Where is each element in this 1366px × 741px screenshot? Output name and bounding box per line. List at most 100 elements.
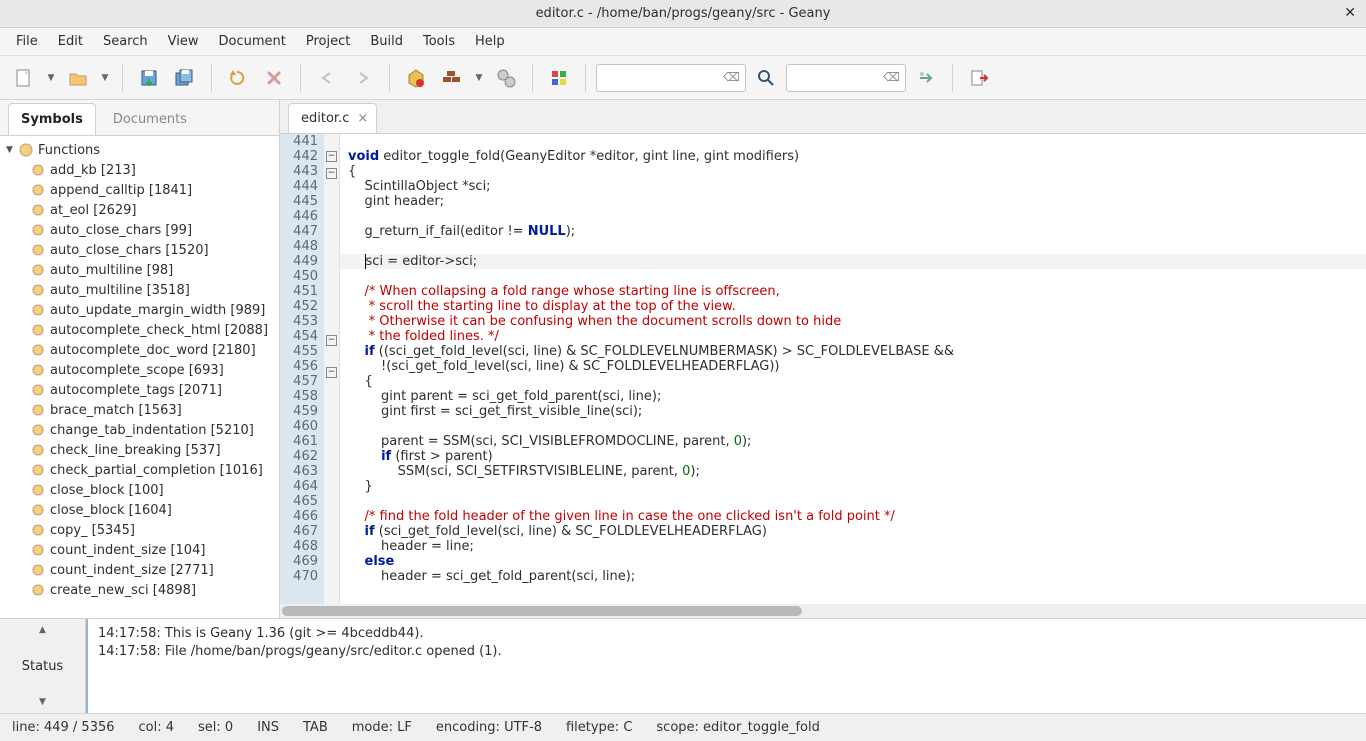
symbol-label: autocomplete_check_html [2088] [50, 323, 268, 338]
symbol-label: check_partial_completion [1016] [50, 463, 263, 478]
window-close-button[interactable]: ✕ [1344, 5, 1356, 21]
code-body[interactable]: void editor_toggle_fold(GeanyEditor *edi… [340, 134, 1366, 604]
symbol-item[interactable]: auto_update_margin_width [989] [0, 300, 279, 320]
color-picker-button[interactable] [543, 62, 575, 94]
symbol-label: create_new_sci [4898] [50, 583, 196, 598]
nav-back-button[interactable] [311, 62, 343, 94]
close-file-button[interactable] [258, 62, 290, 94]
save-button[interactable] [133, 62, 165, 94]
symbol-item[interactable]: close_block [1604] [0, 500, 279, 520]
symbol-item[interactable]: count_indent_size [104] [0, 540, 279, 560]
function-icon [30, 542, 46, 558]
new-file-dropdown[interactable]: ▼ [44, 62, 58, 94]
symbol-label: autocomplete_tags [2071] [50, 383, 222, 398]
symbol-item[interactable]: check_line_breaking [537] [0, 440, 279, 460]
menu-help[interactable]: Help [465, 30, 515, 53]
symbol-item[interactable]: auto_multiline [3518] [0, 280, 279, 300]
function-icon [30, 402, 46, 418]
symbol-item[interactable]: autocomplete_scope [693] [0, 360, 279, 380]
sidebar-tab-symbols[interactable]: Symbols [8, 103, 96, 135]
search-field-wrap: ⌫ [596, 64, 746, 92]
goto-clear-icon[interactable]: ⌫ [883, 70, 900, 84]
code-editor[interactable]: 4414424434444454464474484494504514524534… [280, 134, 1366, 604]
menu-document[interactable]: Document [208, 30, 295, 53]
menu-build[interactable]: Build [360, 30, 413, 53]
fold-toggle[interactable]: − [326, 367, 337, 378]
find-button[interactable] [750, 62, 782, 94]
symbol-item[interactable]: append_calltip [1841] [0, 180, 279, 200]
msg-down-arrow-icon[interactable]: ▼ [39, 697, 46, 707]
goto-field-wrap: ⌫ [786, 64, 906, 92]
symbol-item[interactable]: add_kb [213] [0, 160, 279, 180]
save-all-button[interactable] [169, 62, 201, 94]
symbol-label: count_indent_size [2771] [50, 563, 214, 578]
symbol-label: close_block [100] [50, 483, 164, 498]
message-side-label: Status [22, 659, 63, 674]
search-clear-icon[interactable]: ⌫ [723, 70, 740, 84]
quit-button[interactable] [963, 62, 995, 94]
tree-root-functions[interactable]: ▼ Functions [0, 140, 279, 160]
msg-up-arrow-icon[interactable]: ▲ [39, 625, 46, 635]
statusbar: line: 449 / 5356 col: 4 sel: 0 INS TAB m… [0, 713, 1366, 741]
menu-edit[interactable]: Edit [48, 30, 93, 53]
function-icon [30, 482, 46, 498]
symbol-item[interactable]: autocomplete_tags [2071] [0, 380, 279, 400]
window-titlebar: editor.c - /home/ban/progs/geany/src - G… [0, 0, 1366, 28]
symbol-label: count_indent_size [104] [50, 543, 205, 558]
nav-forward-button[interactable] [347, 62, 379, 94]
symbol-item[interactable]: auto_close_chars [99] [0, 220, 279, 240]
open-file-button[interactable] [62, 62, 94, 94]
symbol-item[interactable]: check_partial_completion [1016] [0, 460, 279, 480]
compile-button[interactable] [400, 62, 432, 94]
menu-tools[interactable]: Tools [413, 30, 465, 53]
symbol-item[interactable]: change_tab_indentation [5210] [0, 420, 279, 440]
symbol-label: change_tab_indentation [5210] [50, 423, 254, 438]
symbol-item[interactable]: auto_close_chars [1520] [0, 240, 279, 260]
symbol-item[interactable]: autocomplete_check_html [2088] [0, 320, 279, 340]
tab-close-icon[interactable]: × [357, 111, 368, 126]
symbol-tree[interactable]: ▼ Functions add_kb [213] append_calltip [… [0, 136, 279, 618]
horizontal-scrollbar[interactable] [280, 604, 1366, 618]
menu-search[interactable]: Search [93, 30, 158, 53]
revert-button[interactable] [222, 62, 254, 94]
goto-button[interactable] [910, 62, 942, 94]
fold-toggle[interactable]: − [326, 151, 337, 162]
message-panel: ▲ Status ▼ 14:17:58: This is Geany 1.36 … [0, 618, 1366, 713]
menu-project[interactable]: Project [296, 30, 360, 53]
symbol-label: add_kb [213] [50, 163, 136, 178]
symbol-item[interactable]: close_block [100] [0, 480, 279, 500]
symbol-item[interactable]: create_new_sci [4898] [0, 580, 279, 600]
status-line: line: 449 / 5356 [12, 720, 115, 735]
symbol-item[interactable]: at_eol [2629] [0, 200, 279, 220]
open-file-dropdown[interactable]: ▼ [98, 62, 112, 94]
toolbar: ▼ ▼ ▼ ⌫ ⌫ [0, 56, 1366, 100]
function-icon [30, 562, 46, 578]
function-icon [30, 362, 46, 378]
run-button[interactable] [490, 62, 522, 94]
symbol-item[interactable]: auto_multiline [98] [0, 260, 279, 280]
sidebar-tab-documents[interactable]: Documents [100, 103, 200, 135]
message-body[interactable]: 14:17:58: This is Geany 1.36 (git >= 4bc… [86, 619, 1366, 713]
sidebar: SymbolsDocuments ▼ Functions add_kb [213… [0, 100, 280, 618]
function-icon [30, 322, 46, 338]
menu-view[interactable]: View [158, 30, 209, 53]
build-button[interactable] [436, 62, 468, 94]
function-icon [30, 282, 46, 298]
fold-gutter[interactable]: − − − − [324, 134, 340, 604]
message-side-tab[interactable]: ▲ Status ▼ [0, 619, 86, 713]
symbol-label: close_block [1604] [50, 503, 172, 518]
fold-toggle[interactable]: − [326, 168, 337, 179]
symbol-label: append_calltip [1841] [50, 183, 192, 198]
status-ins: INS [257, 720, 279, 735]
build-dropdown[interactable]: ▼ [472, 62, 486, 94]
symbol-item[interactable]: count_indent_size [2771] [0, 560, 279, 580]
tab-editor-c[interactable]: editor.c × [288, 103, 377, 133]
symbol-item[interactable]: brace_match [1563] [0, 400, 279, 420]
function-icon [30, 222, 46, 238]
fold-toggle[interactable]: − [326, 335, 337, 346]
new-file-button[interactable] [8, 62, 40, 94]
window-title: editor.c - /home/ban/progs/geany/src - G… [536, 6, 831, 21]
menu-file[interactable]: File [6, 30, 48, 53]
symbol-item[interactable]: copy_ [5345] [0, 520, 279, 540]
symbol-item[interactable]: autocomplete_doc_word [2180] [0, 340, 279, 360]
